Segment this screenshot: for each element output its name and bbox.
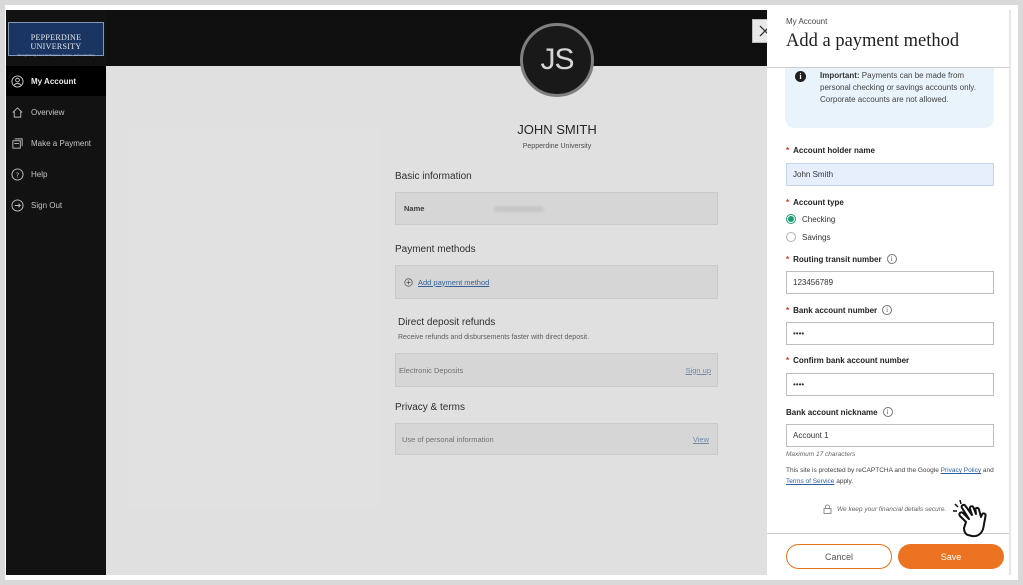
- payment-icon: [10, 136, 24, 150]
- info-icon: i: [795, 71, 806, 82]
- account-type-label: * Account type: [786, 198, 844, 207]
- sidebar-item-label: My Account: [31, 76, 77, 86]
- sidebar-item-overview[interactable]: Overview: [6, 97, 106, 127]
- sign-up-link[interactable]: Sign up: [686, 366, 711, 375]
- personal-info-row: Use of personal information View: [395, 423, 718, 455]
- recaptcha-text: This site is protected by reCAPTCHA and …: [786, 467, 941, 474]
- secure-notice: We keep your financial details secure.: [823, 504, 946, 514]
- important-text: Important: Payments can be made from per…: [820, 70, 990, 106]
- breadcrumb[interactable]: My Account: [786, 17, 827, 26]
- required-mark: *: [786, 356, 790, 365]
- bank-account-label-text: Bank account number: [793, 305, 878, 315]
- required-mark: *: [786, 146, 790, 155]
- sidebar: PEPPERDINE UNIVERSITY Strengthening Live…: [6, 10, 106, 575]
- save-button[interactable]: Save: [898, 544, 1004, 569]
- lock-icon: [823, 504, 832, 514]
- hand-cursor-icon: [953, 500, 987, 538]
- panel-header: My Account Add a payment method: [767, 10, 1010, 68]
- required-mark: *: [786, 305, 790, 315]
- sidebar-item-label: Sign Out: [31, 200, 63, 210]
- confirm-account-input[interactable]: ••••: [786, 373, 994, 396]
- svg-text:?: ?: [15, 170, 19, 179]
- account-holder-label: * Account holder name: [786, 146, 875, 155]
- sidebar-item-sign-out[interactable]: Sign Out: [6, 190, 106, 220]
- basic-info-title: Basic information: [395, 171, 472, 182]
- profile-name: JOHN SMITH: [517, 122, 597, 137]
- cancel-button[interactable]: Cancel: [786, 544, 892, 569]
- panel-title: Add a payment method: [786, 31, 960, 51]
- recaptcha-notice: This site is protected by reCAPTCHA and …: [786, 465, 996, 487]
- info-tooltip-icon[interactable]: i: [886, 254, 897, 264]
- sign-out-icon: [10, 198, 24, 212]
- plus-circle-icon: [404, 277, 413, 287]
- view-link[interactable]: View: [693, 435, 709, 444]
- terms-link[interactable]: Terms of Service: [786, 478, 834, 485]
- sidebar-item-label: Make a Payment: [31, 138, 92, 148]
- sidebar-item-label: Overview: [31, 107, 65, 117]
- account-holder-label-text: Account holder name: [793, 146, 875, 155]
- savings-radio[interactable]: Savings: [786, 232, 830, 242]
- user-circle-icon: [10, 74, 24, 88]
- savings-label: Savings: [802, 232, 831, 242]
- confirm-account-label-text: Confirm bank account number: [793, 356, 910, 365]
- privacy-policy-link[interactable]: Privacy Policy: [941, 467, 981, 474]
- account-type-label-text: Account type: [793, 198, 844, 207]
- radio-selected-icon: [786, 214, 796, 224]
- account-holder-input[interactable]: John Smith: [786, 163, 994, 186]
- nickname-hint: Maximum 17 characters: [786, 451, 856, 458]
- university-logo[interactable]: PEPPERDINE UNIVERSITY Strengthening Live…: [8, 22, 104, 57]
- sidebar-item-help[interactable]: ? Help: [6, 159, 106, 189]
- nickname-input[interactable]: Account 1: [786, 424, 994, 447]
- direct-deposit-subtitle: Receive refunds and disbursements faster…: [398, 334, 590, 341]
- sidebar-item-label: Help: [31, 169, 48, 179]
- add-payment-method-link[interactable]: Add payment method: [404, 278, 489, 287]
- important-notice: i Important: Payments can be made from p…: [785, 68, 994, 128]
- add-payment-panel: My Account Add a payment method i Import…: [767, 10, 1010, 575]
- payment-methods-title: Payment methods: [395, 244, 476, 255]
- required-mark: *: [786, 254, 790, 264]
- name-label: Name: [404, 204, 425, 213]
- checking-label: Checking: [802, 214, 836, 224]
- checking-radio[interactable]: Checking: [786, 214, 835, 224]
- avatar: JS: [520, 23, 594, 97]
- nickname-label: Bank account nickname i: [786, 407, 893, 417]
- info-tooltip-icon[interactable]: i: [882, 407, 893, 417]
- important-label: Important:: [820, 71, 860, 80]
- privacy-terms-title: Privacy & terms: [395, 402, 466, 413]
- sidebar-item-make-payment[interactable]: Make a Payment: [6, 128, 106, 158]
- info-tooltip-icon[interactable]: i: [882, 305, 893, 315]
- required-mark: *: [786, 198, 790, 207]
- logo-tagline: Strengthening Lives for Purpose, Service…: [17, 53, 95, 57]
- sidebar-item-my-account[interactable]: My Account: [6, 66, 106, 96]
- name-card: Name: [395, 192, 718, 225]
- panel-scrollbar[interactable]: [1009, 10, 1011, 575]
- secure-text: We keep your financial details secure.: [837, 505, 947, 513]
- routing-label: * Routing transit number i: [786, 254, 897, 264]
- bank-account-input[interactable]: ••••: [786, 322, 994, 345]
- add-payment-method-label: Add payment method: [418, 277, 490, 287]
- personal-info-label: Use of personal information: [402, 434, 494, 444]
- payment-methods-card: Add payment method: [395, 265, 718, 299]
- confirm-account-label: * Confirm bank account number: [786, 356, 909, 365]
- home-icon: [10, 105, 24, 119]
- bank-account-label: * Bank account number i: [786, 305, 893, 315]
- help-circle-icon: ?: [10, 167, 24, 181]
- routing-label-text: Routing transit number: [793, 254, 882, 264]
- nickname-label-text: Bank account nickname: [786, 407, 878, 417]
- profile-school: Pepperdine University: [522, 143, 592, 150]
- profile-header-band: [106, 10, 767, 66]
- name-value-redacted: [494, 205, 545, 212]
- direct-deposit-title: Direct deposit refunds: [398, 317, 496, 328]
- recaptcha-apply: apply.: [834, 478, 854, 485]
- recaptcha-and: and: [981, 467, 994, 474]
- routing-input[interactable]: 123456789: [786, 271, 994, 294]
- logo-title: PEPPERDINE UNIVERSITY: [30, 33, 82, 51]
- electronic-deposits-row: Electronic Deposits Sign up: [395, 353, 718, 387]
- electronic-deposits-label: Electronic Deposits: [399, 365, 464, 375]
- radio-unselected-icon: [786, 232, 796, 242]
